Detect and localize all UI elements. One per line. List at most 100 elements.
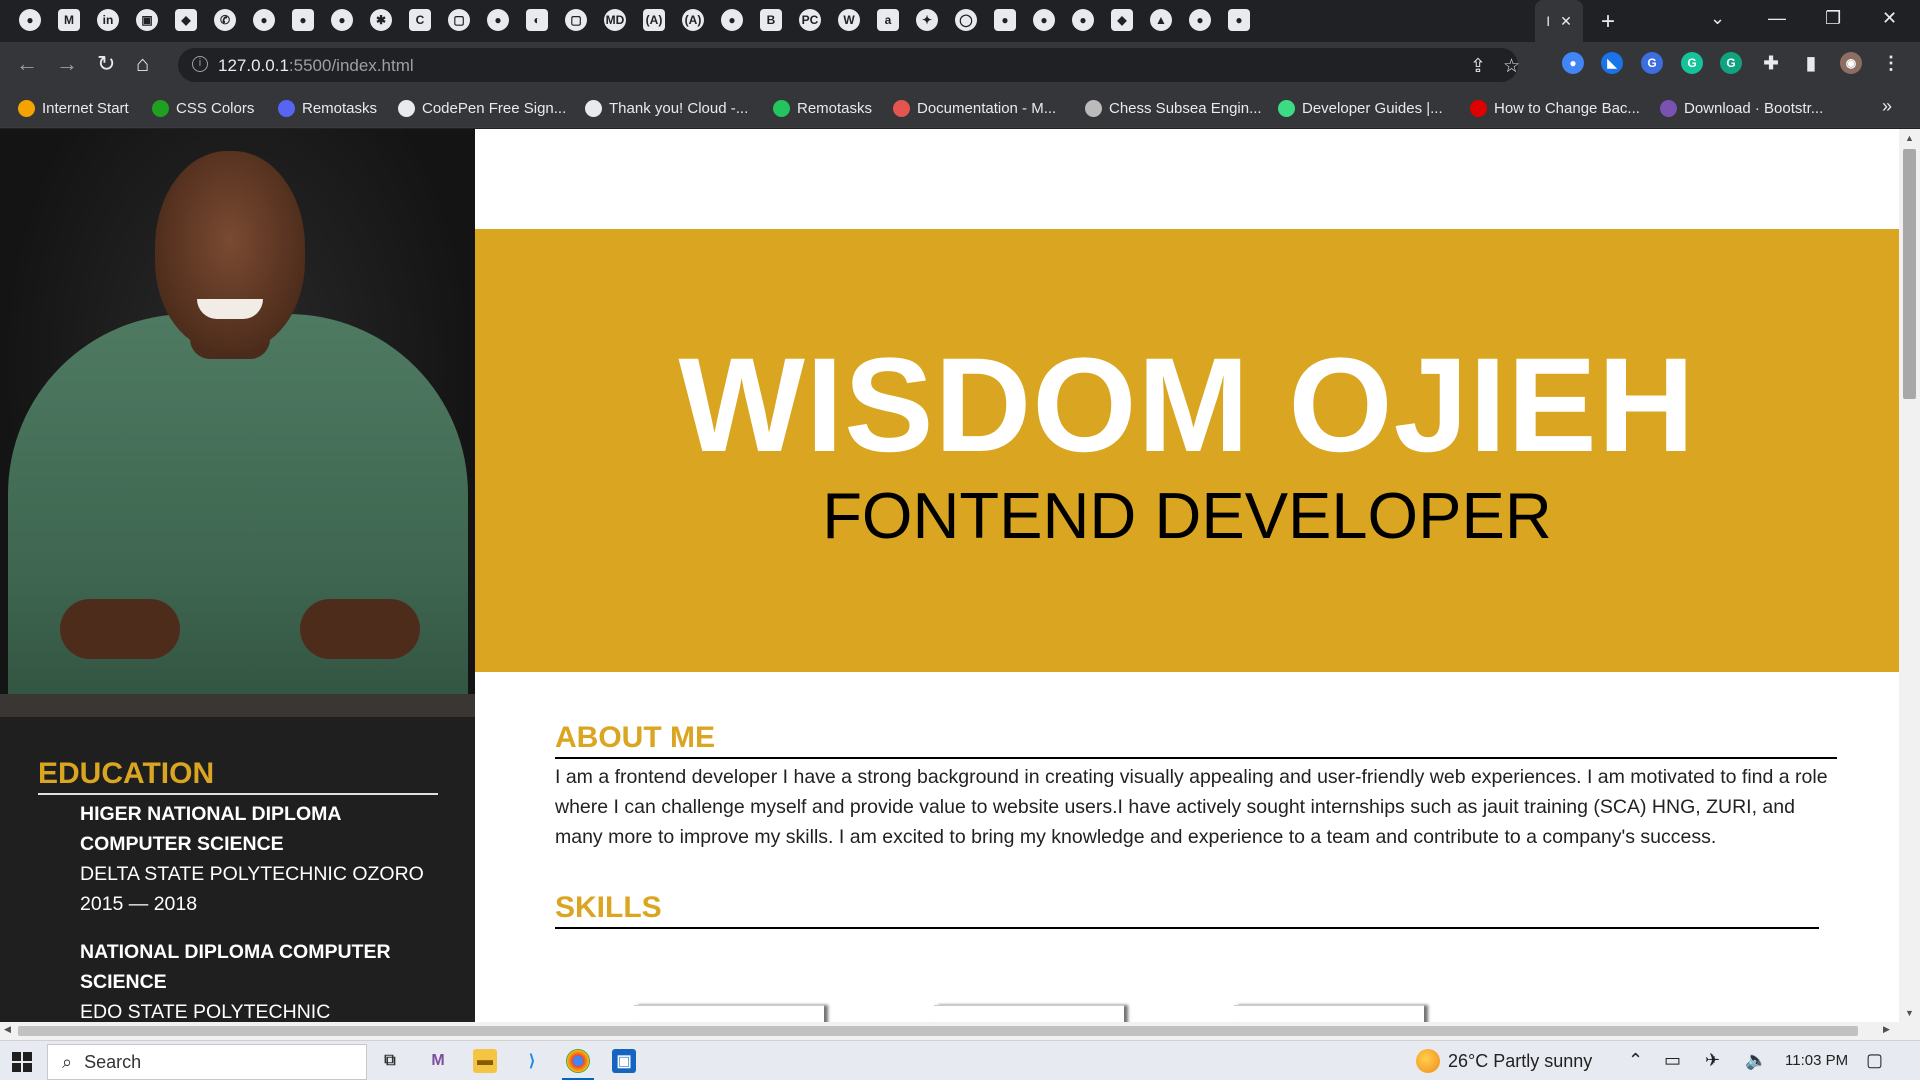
airplane-icon[interactable]: ✈: [1705, 1050, 1720, 1071]
puzzle-icon[interactable]: ✚: [1760, 52, 1782, 74]
taskbar-search[interactable]: ⌕ Search: [47, 1044, 367, 1080]
notifications-icon[interactable]: ▢: [1866, 1050, 1883, 1071]
extension-icon[interactable]: ●: [1562, 52, 1584, 74]
volume-icon[interactable]: 🔈: [1745, 1050, 1767, 1071]
active-tab[interactable]: I ✕: [1535, 0, 1583, 42]
windows-start-icon[interactable]: [12, 1052, 32, 1072]
about-title: ABOUT ME: [555, 721, 1837, 759]
tab-favicon-icon[interactable]: in: [97, 9, 119, 31]
scroll-left-icon[interactable]: ◀: [4, 1024, 11, 1035]
sidebar: EDUCATION HIGER NATIONAL DIPLOMA COMPUTE…: [0, 129, 475, 1022]
bookmark-item[interactable]: Remotasks: [278, 97, 377, 119]
minimize-icon[interactable]: —: [1768, 8, 1786, 29]
tab-favicon-icon[interactable]: ▢: [448, 9, 470, 31]
tab-favicon-icon[interactable]: ◯: [955, 9, 977, 31]
bookmark-item[interactable]: Chess Subsea Engin...: [1085, 97, 1262, 119]
tab-favicon-icon[interactable]: B: [760, 9, 782, 31]
app-icon[interactable]: M: [426, 1049, 450, 1073]
restore-icon[interactable]: ❐: [1825, 8, 1841, 29]
tab-favicon-icon[interactable]: (A): [643, 9, 665, 31]
close-tab-icon[interactable]: ✕: [1560, 13, 1572, 30]
active-tab-title: I: [1546, 13, 1551, 29]
chrome-icon[interactable]: [562, 1049, 594, 1080]
site-info-icon[interactable]: i: [192, 56, 208, 72]
battery-icon[interactable]: ▭: [1664, 1050, 1681, 1071]
scrollbar-thumb[interactable]: [1903, 149, 1916, 399]
tab-favicon-icon[interactable]: ●: [721, 9, 743, 31]
scroll-up-icon[interactable]: ▲: [1899, 133, 1920, 143]
bookmark-item[interactable]: Developer Guides |...: [1278, 97, 1443, 119]
tab-favicon-icon[interactable]: ●: [1072, 9, 1094, 31]
clock[interactable]: 11:03 PM: [1785, 1052, 1848, 1069]
tab-favicon-icon[interactable]: ▣: [136, 9, 158, 31]
address-bar[interactable]: i 127.0.0.1:5500/index.html ⇪ ☆: [178, 48, 1520, 82]
tab-favicon-icon[interactable]: MD: [604, 9, 626, 31]
tab-favicon-icon[interactable]: ◆: [175, 9, 197, 31]
tab-favicon-icon[interactable]: ●: [487, 9, 509, 31]
tab-favicon-icon[interactable]: ●: [1033, 9, 1055, 31]
bookmark-item[interactable]: Download · Bootstr...: [1660, 97, 1823, 119]
back-icon[interactable]: ←: [16, 52, 38, 76]
bookmark-item[interactable]: Thank you! Cloud -...: [585, 97, 748, 119]
tab-favicon-icon[interactable]: ●: [1189, 9, 1211, 31]
tab-favicon-icon[interactable]: ●: [292, 9, 314, 31]
bookmark-favicon-icon: [1660, 99, 1677, 117]
photos-icon[interactable]: ▣: [612, 1049, 636, 1073]
tab-favicon-icon[interactable]: ▲: [1150, 9, 1172, 31]
tab-search-icon[interactable]: ⌄: [1710, 8, 1725, 29]
tab-favicon-icon[interactable]: ●: [331, 9, 353, 31]
bookmark-item[interactable]: How to Change Bac...: [1470, 97, 1640, 119]
translate-extension-icon[interactable]: G: [1641, 52, 1663, 74]
weather-text: 26°C Partly sunny: [1448, 1050, 1593, 1071]
tab-favicon-icon[interactable]: ●: [253, 9, 275, 31]
vertical-scrollbar[interactable]: ▲ ▼: [1899, 129, 1920, 1022]
vscode-icon[interactable]: ⟩: [520, 1049, 544, 1073]
tab-favicon-icon[interactable]: ✆: [214, 9, 236, 31]
tab-favicon-icon[interactable]: ●: [1228, 9, 1250, 31]
scroll-right-icon[interactable]: ▶: [1883, 1024, 1890, 1035]
side-panel-icon[interactable]: ▮: [1800, 52, 1822, 74]
home-icon[interactable]: ⌂: [136, 52, 149, 76]
file-explorer-icon[interactable]: ▬: [473, 1049, 497, 1073]
scroll-down-icon[interactable]: ▼: [1899, 1008, 1920, 1018]
tab-favicon-icon[interactable]: a: [877, 9, 899, 31]
tab-favicon-icon[interactable]: ●: [994, 9, 1016, 31]
bookmark-item[interactable]: Documentation - M...: [893, 97, 1056, 119]
horizontal-scrollbar[interactable]: ◀ ▶: [0, 1022, 1920, 1040]
new-tab-icon[interactable]: +: [1601, 8, 1615, 36]
extension-icon[interactable]: G: [1720, 52, 1742, 74]
bookmark-item[interactable]: Internet Start: [18, 97, 129, 119]
bookmark-item[interactable]: CodePen Free Sign...: [398, 97, 566, 119]
weather-widget[interactable]: 26°C Partly sunny: [1416, 1049, 1592, 1073]
profile-avatar[interactable]: ◉: [1840, 52, 1862, 74]
reload-icon[interactable]: ↻: [97, 52, 115, 76]
bookmark-item[interactable]: Remotasks: [773, 97, 872, 119]
tab-favicon-icon[interactable]: ▢: [565, 9, 587, 31]
page-viewport: EDUCATION HIGER NATIONAL DIPLOMA COMPUTE…: [0, 129, 1920, 1022]
tab-favicon-icon[interactable]: C: [409, 9, 431, 31]
horizontal-scrollbar-thumb[interactable]: [18, 1026, 1858, 1036]
tab-favicon-icon[interactable]: W: [838, 9, 860, 31]
profile-photo: [0, 129, 475, 717]
menu-icon[interactable]: ⋮: [1880, 52, 1902, 74]
tab-favicon-icon[interactable]: ✦: [916, 9, 938, 31]
bookmark-star-icon[interactable]: ☆: [1503, 55, 1520, 78]
tab-favicon-icon[interactable]: ●: [19, 9, 41, 31]
forward-icon[interactable]: →: [56, 52, 78, 76]
school-label: DELTA STATE POLYTECHNIC OZORO 2015 — 201…: [80, 863, 424, 915]
task-view-icon[interactable]: ⧉: [378, 1049, 402, 1073]
share-icon[interactable]: ⇪: [1470, 55, 1486, 78]
skills-title: SKILLS: [555, 891, 1819, 929]
grammarly-icon[interactable]: G: [1681, 52, 1703, 74]
bookmark-item[interactable]: CSS Colors: [152, 97, 254, 119]
tab-favicon-icon[interactable]: (A): [682, 9, 704, 31]
extension-icon[interactable]: ◣: [1601, 52, 1623, 74]
tab-favicon-icon[interactable]: ◐: [526, 9, 548, 31]
bookmarks-overflow-icon[interactable]: »: [1882, 96, 1892, 117]
tab-favicon-icon[interactable]: PC: [799, 9, 821, 31]
chevron-up-icon[interactable]: ⌃: [1628, 1050, 1643, 1071]
tab-favicon-icon[interactable]: ✱: [370, 9, 392, 31]
tab-favicon-icon[interactable]: ◆: [1111, 9, 1133, 31]
close-window-icon[interactable]: ✕: [1882, 8, 1897, 29]
tab-favicon-icon[interactable]: M: [58, 9, 80, 31]
